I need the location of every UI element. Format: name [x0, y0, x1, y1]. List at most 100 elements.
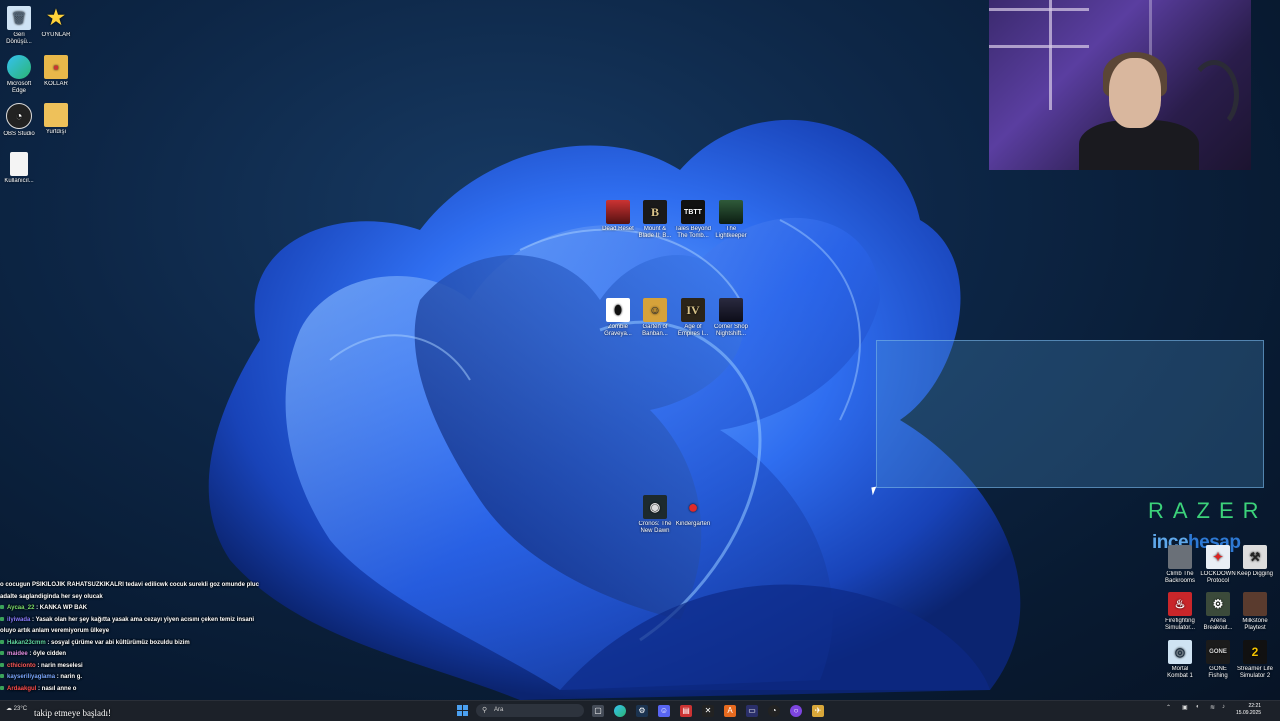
game-icon	[1243, 592, 1267, 616]
desktop-icon-game[interactable]: TBTT Tales Beyond The Tomb...	[674, 200, 712, 240]
game-icon	[1168, 545, 1192, 569]
app-taskbar-icon[interactable]: ▭	[746, 705, 758, 717]
desktop-icon-game[interactable]: Dead Reset	[599, 200, 637, 233]
desktop-icon-yurtdisi[interactable]: Yurtdışı	[37, 103, 75, 136]
chat-message: oluyo artık anlam veremiyorum ülkeye	[0, 628, 110, 634]
shelf	[989, 8, 1089, 11]
tray-chevron-icon[interactable]: ⌃	[1166, 704, 1171, 711]
app-taskbar-icon[interactable]: ○	[790, 705, 802, 717]
taskbar-clock[interactable]: 22:21 15.09.2025	[1236, 703, 1261, 717]
game-icon: ♨	[1168, 592, 1192, 616]
game-icon: B	[643, 200, 667, 224]
discord-taskbar-icon[interactable]: ☺	[658, 705, 670, 717]
badge-icon	[0, 639, 4, 644]
game-icon	[606, 200, 630, 224]
badge-icon	[0, 605, 4, 610]
desktop-icon-game[interactable]: ⚒ Keep Digging	[1236, 545, 1274, 578]
desktop-icon-oyunlar[interactable]: ★ OYUNLAR	[37, 6, 75, 39]
taskbar: ☁ 23°C ⚲ Ara ▢ ⚙ ☺ ▤ ✕ A ▭ ◔ ○ ✈ ⌃ ▣ ◐ ≋…	[0, 700, 1280, 721]
app-taskbar-icon[interactable]: ✕	[702, 705, 714, 717]
game-icon	[719, 298, 743, 322]
desktop-icon-game[interactable]: Milkstone Playtest	[1236, 592, 1274, 632]
badge-icon	[0, 662, 4, 667]
follow-alert: takip etmeye başladı!	[34, 708, 111, 718]
desktop-icon-game[interactable]: GONE GONE Fishing	[1199, 640, 1237, 680]
task-view-button[interactable]: ▢	[592, 705, 604, 717]
desktop-icon-microsoft-edge[interactable]: Microsoft Edge	[0, 55, 38, 95]
desktop-icon-game[interactable]: Corner Shop Nightshift...	[712, 298, 750, 338]
tray-app-icon[interactable]: ▣	[1182, 704, 1188, 711]
game-icon: ☺	[643, 298, 667, 322]
desktop-icon-game[interactable]: ◎ Mortal Kombat 1	[1161, 640, 1199, 680]
desktop-icon-game[interactable]: B Mount & Blade II: B...	[636, 200, 674, 240]
weather-icon: ☁	[6, 706, 12, 712]
game-icon	[719, 200, 743, 224]
obs-taskbar-icon[interactable]: ◔	[768, 705, 780, 717]
chat-message: Aycaa_22 : KANKA WP BAK	[0, 603, 285, 615]
game-icon: ⚙	[1206, 592, 1230, 616]
desktop-icon-game[interactable]: The Lightkeeper	[712, 200, 750, 240]
edge-taskbar-icon[interactable]	[614, 705, 626, 717]
chat-message: maidee : öyle cidden	[0, 649, 285, 661]
desktop-icon-obs-studio[interactable]: ◔ OBS Studio	[0, 103, 38, 138]
app-taskbar-icon[interactable]: ▤	[680, 705, 692, 717]
desktop-icon-game[interactable]: 2 Streamer Life Simulator 2	[1236, 640, 1274, 680]
desktop-icon-game[interactable]: Climb The Backrooms	[1161, 545, 1199, 585]
desktop-icon-game[interactable]: ⬮ Zombie Graveya...	[599, 298, 637, 338]
game-icon: 2	[1243, 640, 1267, 664]
badge-icon	[0, 616, 4, 621]
game-icon: ⬮	[606, 298, 630, 322]
game-icon: TBTT	[681, 200, 705, 224]
obs-icon: ◔	[6, 103, 32, 129]
app-taskbar-icon[interactable]: ✈	[812, 705, 824, 717]
folder-icon	[44, 103, 68, 127]
chat-message: cthicionto : narin meselesi	[0, 661, 285, 673]
chat-message: ilyiwada : Yasak olan her şey kağıtta ya…	[0, 615, 285, 627]
stream-chat: o cocugun PSIKILOJIK RAHATSUZKIKALRI ted…	[0, 580, 285, 700]
folder-icon: ■	[44, 55, 68, 79]
tray-app-icon[interactable]: ◐	[1196, 704, 1200, 710]
badge-icon	[0, 674, 4, 679]
badge-icon	[0, 651, 4, 656]
start-button[interactable]	[457, 705, 469, 717]
chat-message: Hakan23cmm : sosyal çürüme var abi kültü…	[0, 638, 285, 650]
weather-widget[interactable]: ☁ 23°C	[6, 705, 27, 712]
desktop-icon-game[interactable]: IV Age of Empires I...	[674, 298, 712, 338]
game-icon: ◉	[643, 495, 667, 519]
shelf	[989, 45, 1089, 48]
desktop-icon-game[interactable]: ☺ Garten of Banban...	[636, 298, 674, 338]
game-icon: ✦	[1206, 545, 1230, 569]
drag-selection-box	[876, 340, 1264, 488]
wifi-icon[interactable]: ≋	[1210, 704, 1215, 711]
streamer-face	[1109, 58, 1161, 128]
chat-message: kayseriliyaglama : narin g.	[0, 672, 285, 684]
desktop-icon-game[interactable]: ✦ LOCKDOWN Protocol	[1199, 545, 1237, 585]
edge-icon	[7, 55, 31, 79]
game-icon: ◎	[1168, 640, 1192, 664]
chat-message: Ardaakgul : nasıl anne o	[0, 684, 285, 696]
steam-taskbar-icon[interactable]: ⚙	[636, 705, 648, 717]
search-icon: ⚲	[482, 707, 488, 714]
game-icon: ⚒	[1243, 545, 1267, 569]
chat-message: o cocugun PSIKILOJIK RAHATSUZKIKALRI ted…	[0, 582, 259, 588]
desktop-icon-game[interactable]: ♨ Firefighting Simulator...	[1161, 592, 1199, 632]
desktop-icon-game[interactable]: ● Kindergarten	[674, 495, 712, 528]
desktop-icon-game[interactable]: ⚙ Arena Breakout...	[1199, 592, 1237, 632]
badge-icon	[0, 685, 4, 690]
desktop-icon-game[interactable]: ◉ Cronos: The New Dawn	[636, 495, 674, 535]
shelf	[1049, 0, 1052, 110]
game-icon: IV	[681, 298, 705, 322]
shelf	[1149, 0, 1152, 60]
volume-icon[interactable]: ♪	[1222, 704, 1225, 710]
game-icon: GONE	[1206, 640, 1230, 664]
chat-message: adalte saglandiginda her sey olucak	[0, 593, 103, 600]
taskbar-search[interactable]: ⚲ Ara	[476, 704, 584, 717]
razer-logo: RAZER	[1148, 498, 1268, 523]
webcam-overlay	[989, 0, 1251, 170]
recycle-bin-icon: 🗑	[7, 6, 31, 30]
desktop-icon-document[interactable]: Kullanıcıl...	[0, 152, 38, 185]
desktop-icon-recycle-bin[interactable]: 🗑 Geri Dönüşü...	[0, 6, 38, 46]
apple-icon: ●	[687, 496, 699, 517]
desktop-icon-kollar[interactable]: ■ KOLLAR	[37, 55, 75, 88]
app-taskbar-icon[interactable]: A	[724, 705, 736, 717]
